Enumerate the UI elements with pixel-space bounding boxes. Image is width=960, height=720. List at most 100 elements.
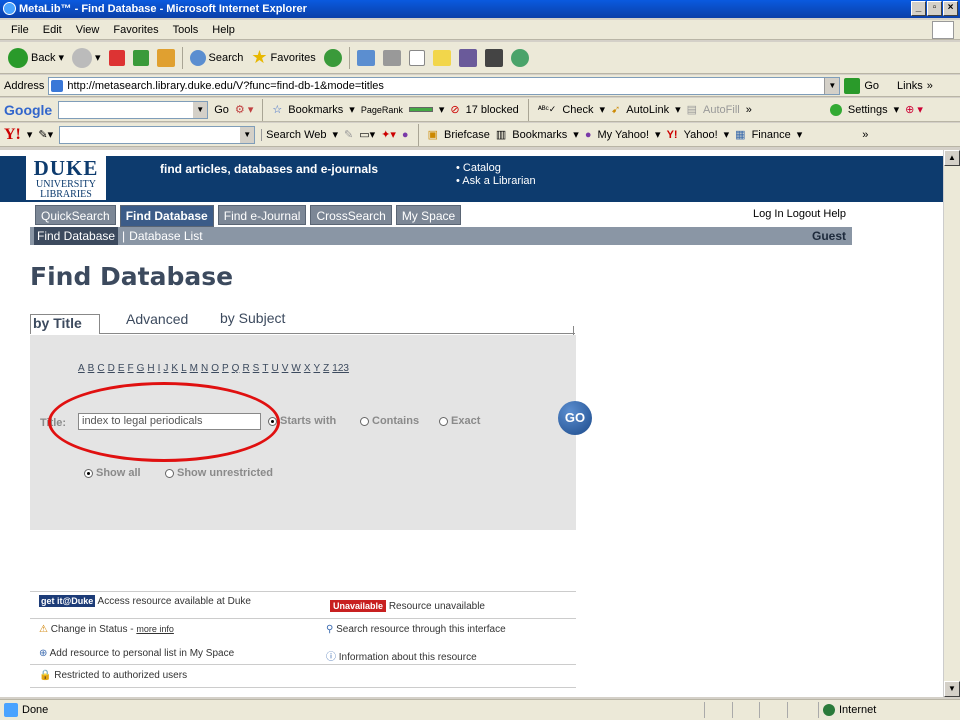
go-button[interactable]: GO — [558, 401, 592, 435]
alphabet-link[interactable]: H — [147, 363, 154, 374]
blocked-count[interactable]: 17 blocked — [466, 104, 519, 116]
maximize-button[interactable]: ▫ — [927, 1, 942, 16]
alphabet-link[interactable]: M — [190, 363, 198, 374]
scroll-down-icon[interactable]: ▼ — [944, 681, 960, 697]
my-yahoo-button[interactable]: My Yahoo! — [597, 129, 649, 141]
address-dropdown-icon[interactable]: ▼ — [824, 77, 840, 94]
tab-find-database[interactable]: Find Database — [119, 205, 214, 227]
briefcase-button[interactable]: Briefcase — [444, 129, 490, 141]
tab-quicksearch[interactable]: QuickSearch — [35, 205, 116, 225]
show-unrestricted-option[interactable]: Show unrestricted — [165, 467, 273, 479]
help-link[interactable]: Help — [823, 208, 846, 220]
yahoo-search-input[interactable]: ▼ — [59, 125, 256, 144]
stop-icon[interactable] — [108, 49, 125, 66]
more-info-link[interactable]: more info — [136, 624, 174, 634]
alphabet-link[interactable]: E — [118, 363, 125, 374]
alphabet-link[interactable]: 123 — [332, 363, 349, 374]
search-button[interactable]: Search — [186, 45, 248, 71]
alphabet-link[interactable]: F — [127, 363, 133, 374]
google-dropdown-icon[interactable]: ▼ — [193, 101, 208, 118]
search-web-button[interactable]: Search Web — [261, 128, 327, 141]
alphabet-link[interactable]: O — [211, 363, 219, 374]
alphabet-link[interactable]: V — [282, 363, 289, 374]
vertical-scrollbar[interactable]: ▲ ▼ — [943, 150, 960, 697]
google-go[interactable]: Go — [214, 104, 229, 116]
menu-help[interactable]: Help — [207, 24, 240, 36]
messenger-icon[interactable] — [510, 48, 529, 67]
address-input[interactable]: http://metasearch.library.duke.edu/V?fun… — [48, 76, 841, 95]
alphabet-link[interactable]: U — [271, 363, 278, 374]
refresh-icon[interactable] — [132, 49, 149, 66]
print-icon[interactable] — [382, 49, 401, 66]
alphabet-link[interactable]: W — [291, 363, 300, 374]
radio-exact[interactable] — [439, 416, 448, 426]
close-button[interactable]: × — [943, 1, 958, 16]
menu-tools[interactable]: Tools — [168, 24, 204, 36]
alphabet-link[interactable]: L — [181, 363, 187, 374]
alphabet-link[interactable]: C — [97, 363, 104, 374]
links-label[interactable]: Links — [897, 80, 923, 92]
subnav-find-database[interactable]: Find Database — [34, 227, 119, 245]
yahoo-logo[interactable]: Y! — [4, 126, 21, 144]
tab-by-subject[interactable]: by Subject — [220, 310, 285, 326]
alphabet-link[interactable]: B — [88, 363, 95, 374]
yahoo-dropdown-icon[interactable]: ▼ — [240, 126, 255, 143]
yahoo-button[interactable]: Yahoo! — [684, 129, 718, 141]
menu-edit[interactable]: Edit — [38, 24, 67, 36]
radio-show-all[interactable] — [84, 468, 93, 478]
alphabet-link[interactable]: G — [137, 363, 145, 374]
google-options-icon[interactable]: ⚙ ▾ — [235, 103, 253, 116]
address-go[interactable]: Go — [864, 80, 879, 92]
tab-my-space[interactable]: My Space — [395, 205, 462, 225]
translate-icon[interactable]: ⊕ ▾ — [905, 103, 923, 116]
alphabet-link[interactable]: J — [163, 363, 168, 374]
favorites-button[interactable]: ★ Favorites — [247, 45, 319, 71]
home-icon[interactable] — [156, 48, 175, 67]
settings-button[interactable]: Settings — [848, 104, 888, 116]
alphabet-link[interactable]: Q — [232, 363, 240, 374]
research-icon[interactable] — [458, 48, 477, 67]
popup-icon[interactable]: ▭▾ — [359, 128, 375, 141]
history-icon[interactable] — [323, 48, 342, 67]
tab-find-ejournal[interactable]: Find e-Journal — [217, 205, 307, 225]
messenger-circle-icon[interactable]: ● — [402, 129, 409, 141]
notes-icon[interactable] — [432, 49, 451, 66]
yahoo-bookmarks-button[interactable]: Bookmarks — [512, 129, 567, 141]
google-bookmarks[interactable]: Bookmarks — [288, 104, 343, 116]
catalog-link[interactable]: • Catalog — [456, 162, 536, 175]
forward-button[interactable]: ▾ — [68, 45, 105, 71]
media-icon[interactable] — [484, 48, 503, 67]
alphabet-link[interactable]: Z — [323, 363, 329, 374]
radio-show-unrestricted[interactable] — [165, 468, 174, 478]
menu-file[interactable]: File — [6, 24, 34, 36]
radio-contains[interactable] — [360, 416, 369, 426]
alphabet-link[interactable]: N — [201, 363, 208, 374]
yahoo-more-chevron-icon[interactable]: » — [862, 129, 868, 141]
alphabet-link[interactable]: D — [108, 363, 115, 374]
tab-crosssearch[interactable]: CrossSearch — [310, 205, 392, 225]
edit-icon[interactable] — [408, 49, 425, 66]
logout-link[interactable]: Logout — [787, 208, 821, 220]
login-link[interactable]: Log In — [753, 208, 784, 220]
autolink-button[interactable]: AutoLink — [626, 104, 669, 116]
check-button[interactable]: Check — [562, 104, 593, 116]
ask-librarian-link[interactable]: • Ask a Librarian — [456, 175, 536, 188]
alphabet-link[interactable]: K — [171, 363, 178, 374]
autofill-button[interactable]: AutoFill — [703, 104, 740, 116]
google-search-input[interactable]: ▼ — [58, 100, 209, 119]
pencil-icon[interactable]: ✎▾ — [38, 128, 53, 141]
alphabet-link[interactable]: X — [304, 363, 311, 374]
menu-view[interactable]: View — [71, 24, 105, 36]
back-button[interactable]: Back ▾ — [4, 45, 68, 71]
minimize-button[interactable]: _ — [911, 1, 926, 16]
menu-favorites[interactable]: Favorites — [108, 24, 163, 36]
alphabet-link[interactable]: I — [158, 363, 161, 374]
finance-button[interactable]: Finance — [752, 129, 791, 141]
alphabet-link[interactable]: A — [78, 363, 85, 374]
tab-by-title[interactable]: by Title — [30, 314, 100, 334]
alphabet-link[interactable]: S — [253, 363, 260, 374]
scroll-up-icon[interactable]: ▲ — [944, 150, 960, 166]
highlight-icon[interactable]: ✎ — [344, 128, 353, 141]
alphabet-link[interactable]: P — [222, 363, 229, 374]
alphabet-link[interactable]: T — [262, 363, 268, 374]
